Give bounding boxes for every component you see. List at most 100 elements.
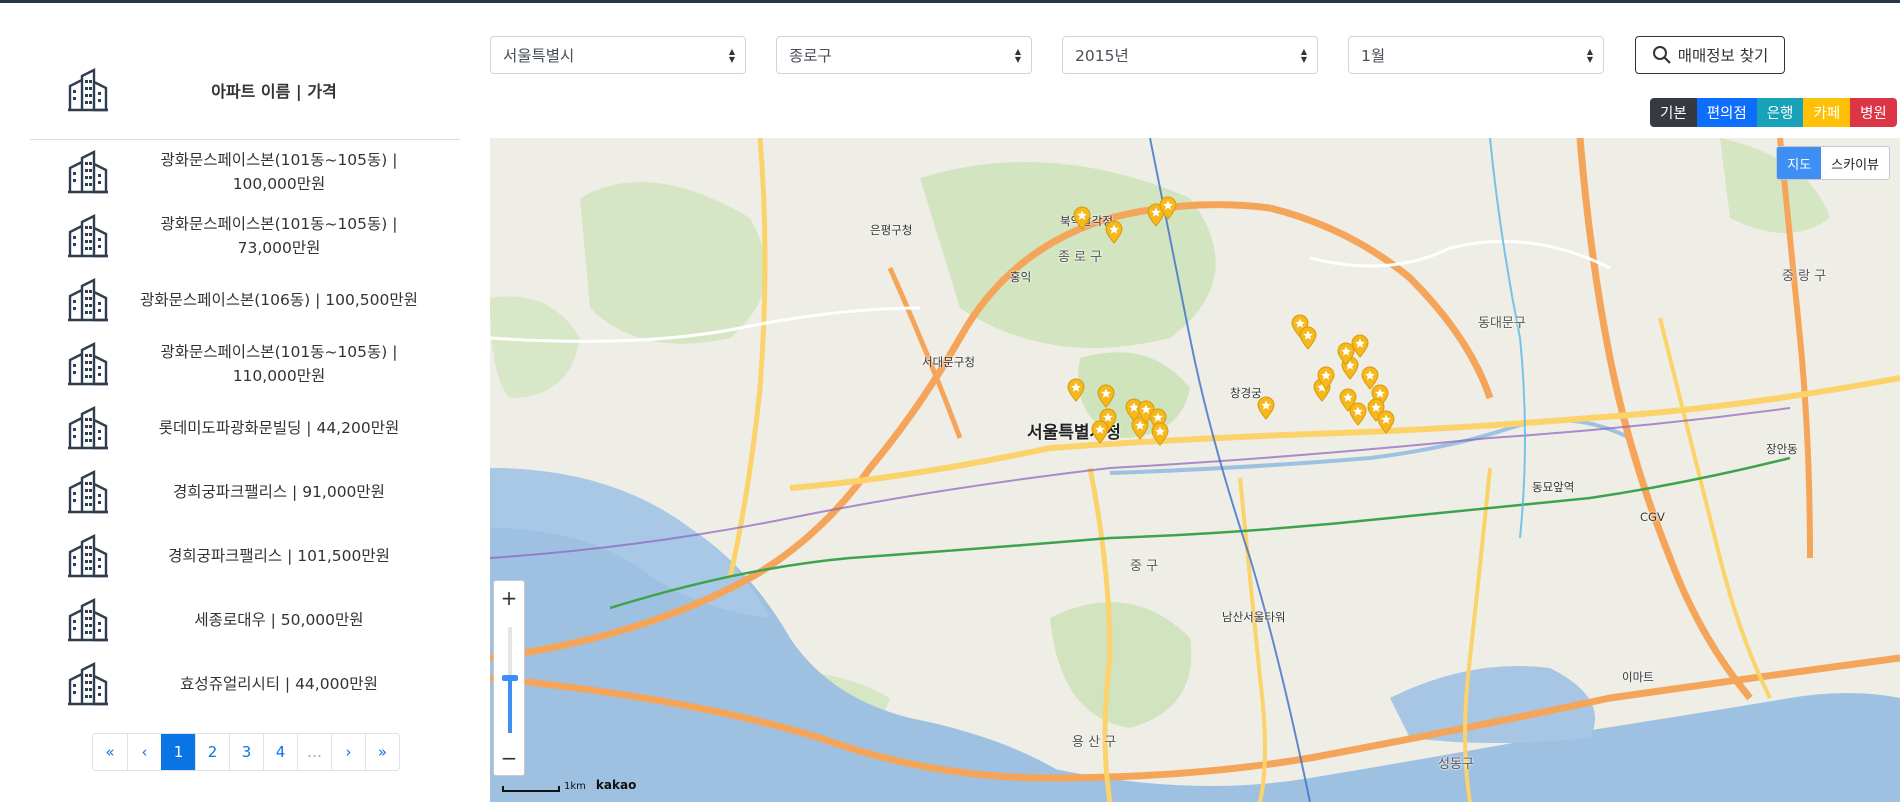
map-label-dongmyo-station: 동묘앞역 [1532,480,1575,494]
map-label-yongsan: 용 산 구 [1072,735,1117,750]
search-trade-button[interactable]: 매매정보 찾기 [1635,36,1785,74]
category-hospital-button[interactable]: 병원 [1850,98,1897,127]
apartment-item-line1: 광화문스페이스본(101동~105동) | [160,343,398,361]
map-type-map-button[interactable]: 지도 [1777,147,1822,179]
building-icon [68,598,108,642]
kakao-logo: kakao [595,778,637,792]
apartment-item-text: 광화문스페이스본(101동~105동) | 100,000만원 [108,148,460,196]
building-icon [68,534,108,578]
scale-bar [502,786,560,792]
map-label-jungnang: 중 랑 구 [1782,269,1827,284]
month-select[interactable]: 1월 ▲ ▼ [1348,36,1604,74]
map-label-jung: 중 구 [1130,559,1159,574]
apartment-marker-icon[interactable] [1066,378,1086,402]
apartment-item-line2: 73,000만원 [237,239,321,257]
apartment-list-item[interactable]: 효성쥬얼리시티 | 44,000만원 [30,652,460,716]
zoom-out-button[interactable]: − [494,741,524,775]
apartment-list-item[interactable]: 세종로대우 | 50,000만원 [30,588,460,652]
building-icon [68,342,108,386]
apartment-marker-icon[interactable] [1376,410,1396,434]
map-view[interactable]: 서울특별시청 종 로 구 중 구 용 산 구 성동구 동대문구 중 랑 구 서대… [490,138,1900,802]
apartment-list-item[interactable]: 광화문스페이스본(101동~105동) | 110,000만원 [30,332,460,396]
year-select-value: 2015년 [1075,47,1129,65]
map-label-jangan: 장안동 [1766,442,1798,456]
district-select-value: 종로구 [789,47,832,65]
apartment-list-panel: 아파트 이름 | 가격 광화문스페이스본(101동~105동) | 100,000… [30,40,460,716]
apartment-list-item[interactable]: 광화문스페이스본(101동~105동) | 73,000만원 [30,204,460,268]
building-icon [68,662,108,706]
pagination: « ‹ 1 2 3 4 … › » [92,733,400,771]
building-icon [68,406,108,450]
select-arrows-icon: ▲ ▼ [1300,47,1307,64]
category-cafe-button[interactable]: 카페 [1803,98,1851,127]
apartment-list-item[interactable]: 광화문스페이스본(106동) | 100,500만원 [30,268,460,332]
city-select-value: 서울특별시 [503,47,575,65]
page-next-button[interactable]: › [331,734,365,770]
category-bank-button[interactable]: 은행 [1756,98,1804,127]
apartment-item-text: 광화문스페이스본(101동~105동) | 110,000만원 [108,340,460,388]
year-select[interactable]: 2015년 ▲ ▼ [1062,36,1318,74]
apartment-marker-icon[interactable] [1348,402,1368,426]
page-3-button[interactable]: 3 [229,734,263,770]
apartment-marker-icon[interactable] [1256,396,1276,420]
page-2-button[interactable]: 2 [195,734,229,770]
apartment-marker-icon[interactable] [1096,384,1116,408]
apartment-marker-icon[interactable] [1090,420,1110,444]
apartment-list-item[interactable]: 롯데미도파광화문빌딩 | 44,200만원 [30,396,460,460]
apartment-list-item[interactable]: 광화문스페이스본(101동~105동) | 100,000만원 [30,140,460,204]
apartment-list-item[interactable]: 경희궁파크팰리스 | 91,000만원 [30,460,460,524]
apartment-marker-icon[interactable] [1298,326,1318,350]
page-first-button[interactable]: « [93,734,127,770]
list-header: 아파트 이름 | 가격 [30,40,460,140]
select-arrows-icon: ▲ ▼ [728,47,735,64]
search-icon [1652,46,1671,64]
map-label-seongdong: 성동구 [1438,757,1474,772]
apartment-marker-icon[interactable] [1104,220,1124,244]
apartment-marker-icon[interactable] [1350,334,1370,358]
category-basic-button[interactable]: 기본 [1650,98,1697,127]
apartment-item-text: 광화문스페이스본(101동~105동) | 73,000만원 [108,212,460,260]
category-button-group: 기본 편의점 은행 카페 병원 [1650,98,1897,127]
apartment-item-line2: 100,000만원 [232,175,326,193]
zoom-slider-handle[interactable] [502,675,518,681]
zoom-in-button[interactable]: + [494,581,524,615]
apartment-item-line1: 광화문스페이스본(106동) | 100,500만원 [140,291,418,309]
map-label-jongno: 종 로 구 [1058,250,1103,265]
apartment-item-line1: 광화문스페이스본(101동~105동) | [160,151,398,169]
district-select[interactable]: 종로구 ▲ ▼ [776,36,1032,74]
scale-label: 1km [564,781,586,792]
map-label-dongdaemun: 동대문구 [1478,316,1526,331]
apartment-list-item[interactable]: 경희궁파크팰리스 | 101,500만원 [30,524,460,588]
building-icon [68,150,108,194]
apartment-item-text: 광화문스페이스본(106동) | 100,500만원 [108,288,460,312]
page-prev-button[interactable]: ‹ [127,734,161,770]
select-arrows-icon: ▲ ▼ [1014,47,1021,64]
apartment-item-line1: 롯데미도파광화문빌딩 | 44,200만원 [158,419,400,437]
apartment-marker-icon[interactable] [1316,366,1336,390]
apartment-item-line1: 세종로대우 | 50,000만원 [194,611,364,629]
map-canvas [490,138,1900,802]
apartment-marker-icon[interactable] [1150,422,1170,446]
page-1-button[interactable]: 1 [161,734,195,770]
apartment-item-text: 세종로대우 | 50,000만원 [108,608,460,632]
building-icon [68,470,108,514]
map-type-skyview-button[interactable]: 스카이뷰 [1821,147,1889,179]
map-label-e-mart: 이마트 [1622,670,1654,684]
apartment-item-text: 효성쥬얼리시티 | 44,000만원 [108,672,460,696]
map-label-eunpyeong-office: 은평구청 [870,223,913,237]
apartment-marker-icon[interactable] [1158,196,1178,220]
apartment-marker-icon[interactable] [1072,206,1092,230]
map-label-cgv: CGV [1640,510,1665,524]
apartment-item-line1: 광화문스페이스본(101동~105동) | [160,215,398,233]
city-select[interactable]: 서울특별시 ▲ ▼ [490,36,746,74]
page-4-button[interactable]: 4 [263,734,297,770]
apartment-item-text: 경희궁파크팰리스 | 91,000만원 [108,480,460,504]
apartment-item-text: 롯데미도파광화문빌딩 | 44,200만원 [108,416,460,440]
search-trade-label: 매매정보 찾기 [1677,47,1769,65]
category-convenience-button[interactable]: 편의점 [1696,98,1757,127]
select-arrows-icon: ▲ ▼ [1586,47,1593,64]
map-scale: 1km kakao [502,778,636,792]
apartment-item-line1: 경희궁파크팰리스 | 91,000만원 [173,483,385,501]
apartment-list: 광화문스페이스본(101동~105동) | 100,000만원 광화문스페이스본(1… [30,140,460,716]
page-last-button[interactable]: » [365,734,399,770]
